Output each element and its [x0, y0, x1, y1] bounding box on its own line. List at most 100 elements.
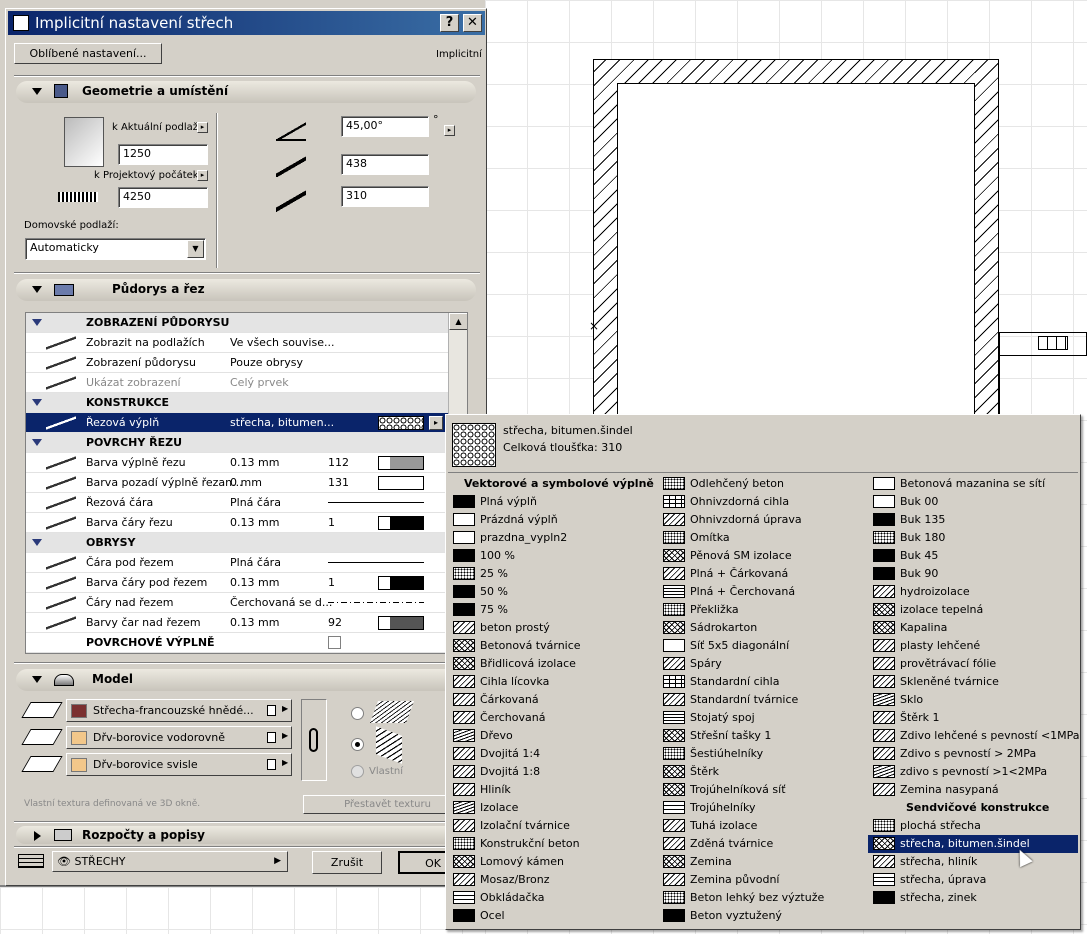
collapse-arrow-icon[interactable]: [32, 676, 42, 683]
fill-option[interactable]: Hliník: [448, 781, 653, 799]
fill-option[interactable]: Betonová tvárnice: [448, 637, 653, 655]
fill-option[interactable]: Zemina: [658, 853, 863, 871]
property-row[interactable]: Zobrazení půdorysu Pouze obrysy: [26, 353, 467, 373]
fill-option[interactable]: hydroizolace: [868, 583, 1073, 601]
property-row[interactable]: Řezová čára Plná čára: [26, 493, 467, 513]
fill-option[interactable]: Dřevo: [448, 727, 653, 745]
fill-option[interactable]: Cihla lícovka: [448, 673, 653, 691]
property-row[interactable]: Barva čáry pod řezem 0.13 mm 1: [26, 573, 467, 593]
fill-option[interactable]: 25 %: [448, 565, 653, 583]
fill-option[interactable]: Překližka: [658, 601, 863, 619]
fill-option[interactable]: plochá střecha: [868, 817, 1073, 835]
favorites-button[interactable]: Oblíbené nastavení...: [14, 43, 162, 64]
fill-option[interactable]: Kapalina: [868, 619, 1073, 637]
help-button[interactable]: ?: [440, 14, 459, 32]
fill-option[interactable]: Plná + Čárkovaná: [658, 565, 863, 583]
fill-option[interactable]: Zemina nasypaná: [868, 781, 1073, 799]
fill-option[interactable]: Zděná tvárnice: [658, 835, 863, 853]
fill-option[interactable]: střecha, bitumen.šindel: [868, 835, 1078, 853]
fill-option[interactable]: Čerchovaná: [448, 709, 653, 727]
property-group-row[interactable]: KONSTRUKCE: [26, 393, 467, 413]
home-story-select[interactable]: Automaticky ▼: [25, 238, 206, 260]
property-row[interactable]: Ukázat zobrazení Celý prvek: [26, 373, 467, 393]
fill-option[interactable]: Trojúhelníky: [658, 799, 863, 817]
layer-select[interactable]: 👁 STŘECHY ▶: [52, 851, 288, 872]
property-row[interactable]: Řezová výplň střecha, bitumen... ▸: [26, 413, 467, 433]
fill-option[interactable]: Odlehčený beton: [658, 475, 863, 493]
fill-option[interactable]: Plná + Čerchovaná: [658, 583, 863, 601]
group-collapse-arrow-icon[interactable]: [32, 439, 42, 446]
fill-option[interactable]: Zemina původní: [658, 871, 863, 889]
fill-option[interactable]: střecha, hliník: [868, 853, 1073, 871]
pen-swatch[interactable]: [378, 516, 424, 530]
fill-option[interactable]: provětrávací fólie: [868, 655, 1073, 673]
fill-option[interactable]: Břidlicová izolace: [448, 655, 653, 673]
current-floor-arrow[interactable]: ▸: [197, 122, 208, 133]
fill-option[interactable]: Buk 45: [868, 547, 1073, 565]
geometry-section-header[interactable]: Geometrie a umístění: [16, 81, 476, 103]
radio-custom[interactable]: [351, 765, 364, 778]
model-section-header[interactable]: Model: [16, 669, 476, 691]
fill-option[interactable]: střecha, zinek: [868, 889, 1073, 907]
fill-option[interactable]: Betonová mazanina se sítí: [868, 475, 1073, 493]
fill-option[interactable]: 50 %: [448, 583, 653, 601]
radio-side-surface[interactable]: [351, 738, 364, 751]
property-row[interactable]: Barva pozadí výplně řezan... 0 mm 131: [26, 473, 467, 493]
project-zero-arrow[interactable]: ▸: [197, 170, 208, 181]
fill-dropdown-arrow[interactable]: ▸: [429, 416, 443, 430]
fill-option[interactable]: Buk 135: [868, 511, 1073, 529]
property-row[interactable]: POVRCHOVÉ VÝPLNĚ: [26, 633, 467, 653]
fill-option[interactable]: Buk 00: [868, 493, 1073, 511]
fill-option[interactable]: Síť 5x5 diagonální: [658, 637, 863, 655]
fill-option[interactable]: Ohnivzdorná úprava: [658, 511, 863, 529]
property-row[interactable]: Barva čáry řezu 0.13 mm 1: [26, 513, 467, 533]
current-floor-input[interactable]: 1250: [118, 144, 208, 165]
roof-height-input[interactable]: 310: [341, 186, 429, 207]
pen-swatch[interactable]: [378, 616, 424, 630]
property-row[interactable]: Barva výplně řezu 0.13 mm 112: [26, 453, 467, 473]
fill-option[interactable]: Zdivo lehčené s pevností <1MPa: [868, 727, 1080, 745]
fill-option[interactable]: Beton vyztužený: [658, 907, 863, 925]
roof-thickness-input[interactable]: 438: [341, 154, 429, 175]
property-row[interactable]: Čáry nad řezem Čerchovaná se d...: [26, 593, 467, 613]
fill-option[interactable]: Dvojitá 1:8: [448, 763, 653, 781]
material-picker[interactable]: Dřv-borovice svisle ▶: [66, 753, 292, 776]
fill-option[interactable]: Sádrokarton: [658, 619, 863, 637]
fill-option[interactable]: Beton lehký bez výztuže: [658, 889, 863, 907]
fill-option[interactable]: Skleněné tvárnice: [868, 673, 1073, 691]
listing-section-header[interactable]: Rozpočty a popisy: [16, 826, 476, 844]
cut-fill-swatch[interactable]: [378, 416, 424, 430]
radio-top-surface[interactable]: [351, 707, 364, 720]
fill-option[interactable]: Buk 90: [868, 565, 1073, 583]
fill-option[interactable]: Buk 180: [868, 529, 1073, 547]
fill-option[interactable]: střecha, úprava: [868, 871, 1073, 889]
fill-option[interactable]: Standardní cihla: [658, 673, 863, 691]
fill-option[interactable]: Omítka: [658, 529, 863, 547]
collapse-arrow-icon[interactable]: [32, 88, 42, 95]
fill-option[interactable]: 75 %: [448, 601, 653, 619]
expand-arrow-icon[interactable]: [34, 831, 41, 841]
fill-option[interactable]: Konstrukční beton: [448, 835, 653, 853]
fill-option[interactable]: Zdivo s pevností > 2MPa: [868, 745, 1073, 763]
fill-option[interactable]: Stojatý spoj: [658, 709, 863, 727]
fill-option[interactable]: Standardní tvárnice: [658, 691, 863, 709]
fill-option[interactable]: Prázdná výplň: [448, 511, 653, 529]
scroll-up-button[interactable]: ▲: [449, 313, 467, 330]
fill-option[interactable]: Izolační tvárnice: [448, 817, 653, 835]
property-group-row[interactable]: OBRYSY: [26, 533, 467, 553]
cancel-button[interactable]: Zrušit: [312, 851, 382, 874]
fill-option[interactable]: Dvojitá 1:4: [448, 745, 653, 763]
fill-option[interactable]: Štěrk: [658, 763, 863, 781]
property-group-row[interactable]: ZOBRAZENÍ PŮDORYSU: [26, 313, 467, 333]
material-picker[interactable]: Střecha-francouzské hnědé... ▶: [66, 699, 292, 722]
angle-unit-arrow[interactable]: ▸: [444, 125, 455, 136]
property-row[interactable]: Barvy čar nad řezem 0.13 mm 92: [26, 613, 467, 633]
fill-option[interactable]: Tuhá izolace: [658, 817, 863, 835]
fill-option[interactable]: Ohnivzdorná cihla: [658, 493, 863, 511]
fill-option[interactable]: izolace tepelná: [868, 601, 1073, 619]
fill-option[interactable]: Obkládačka: [448, 889, 653, 907]
fill-option[interactable]: Sklo: [868, 691, 1073, 709]
fill-option[interactable]: Spáry: [658, 655, 863, 673]
project-zero-input[interactable]: 4250: [118, 187, 208, 208]
fill-option[interactable]: Šestiúhelníky: [658, 745, 863, 763]
